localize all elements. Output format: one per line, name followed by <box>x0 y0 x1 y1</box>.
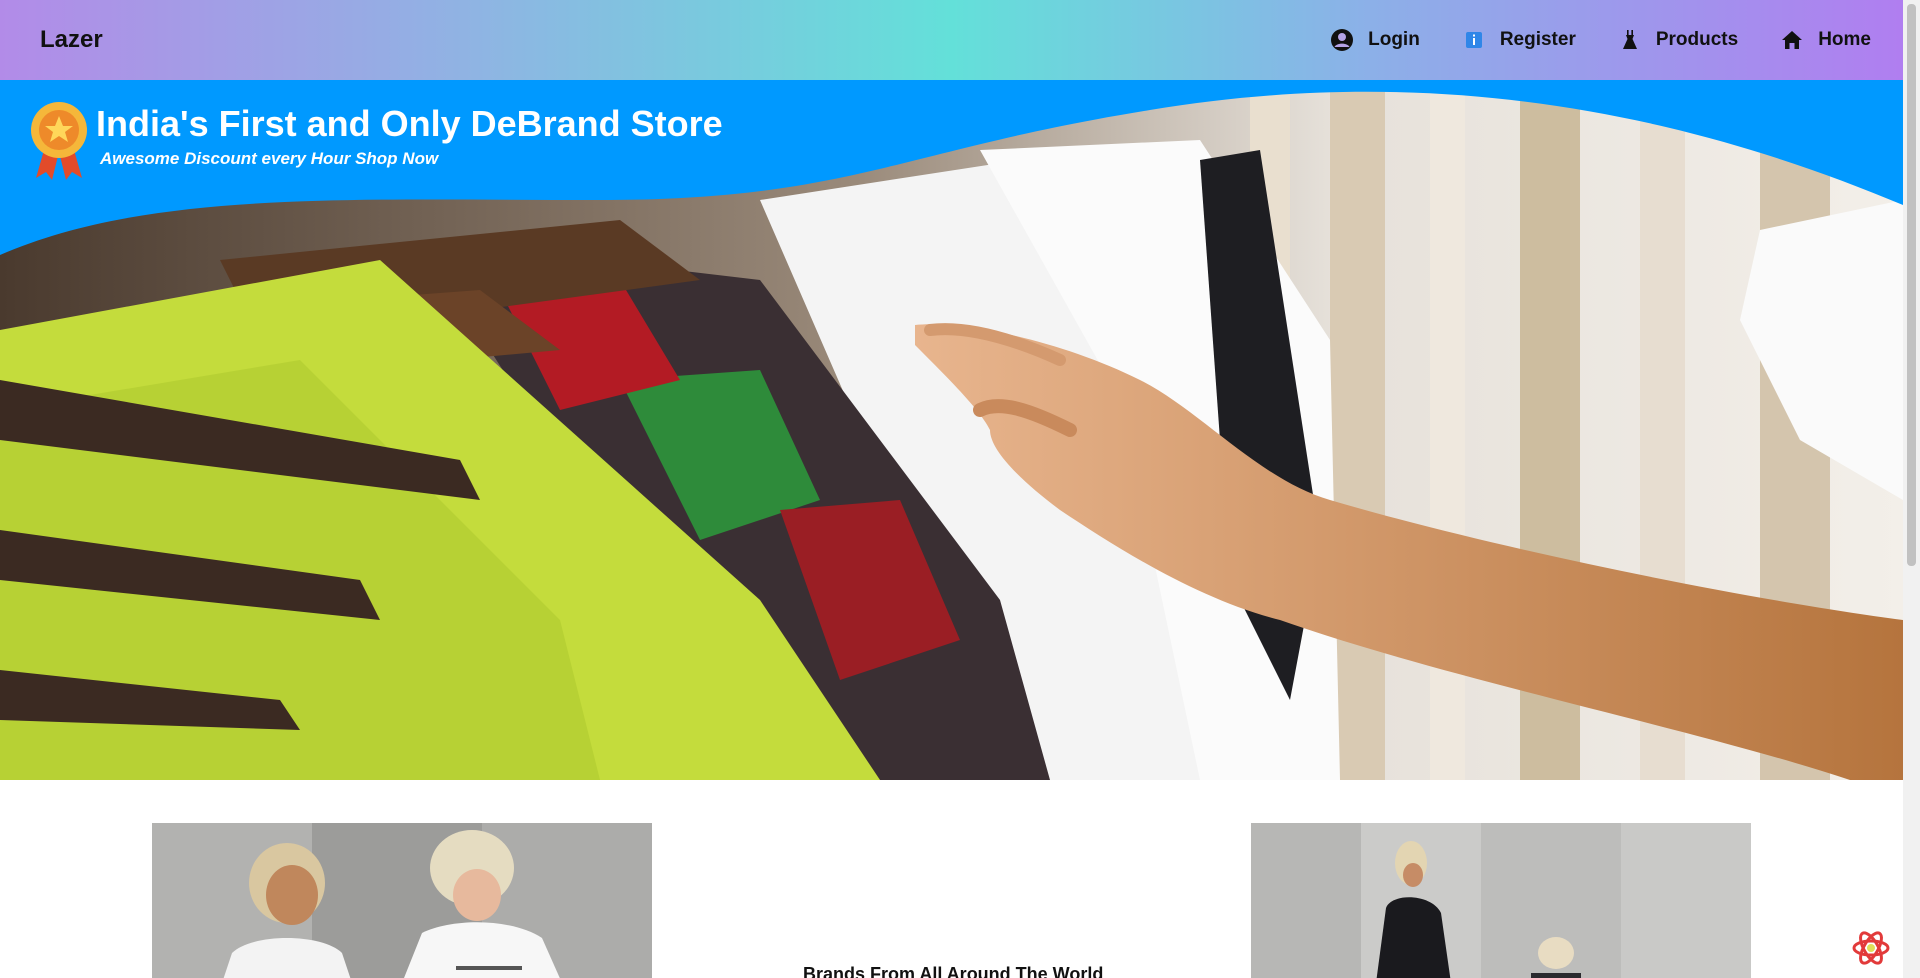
hero-title: India's First and Only DeBrand Store <box>96 103 723 144</box>
nav-home-link[interactable]: Home <box>1780 28 1871 52</box>
info-icon <box>1462 28 1486 52</box>
brands-section: Brands From All Around The World <box>0 780 1903 978</box>
nav-login-label: Login <box>1368 29 1420 50</box>
brands-heading: Brands From All Around The World <box>803 964 1104 978</box>
hero-title-block: India's First and Only DeBrand Store Awe… <box>30 100 723 185</box>
nav-register-link[interactable]: Register <box>1462 28 1576 52</box>
hero-subtitle: Awesome Discount every Hour Shop Now <box>100 149 439 169</box>
hero-banner: India's First and Only DeBrand Store Awe… <box>0 80 1903 780</box>
nav-login-link[interactable]: Login <box>1330 28 1420 52</box>
react-devtools-icon[interactable] <box>1851 928 1891 968</box>
brand-logo[interactable]: Lazer <box>40 26 103 54</box>
brand-photo-right <box>1251 823 1751 978</box>
vertical-scrollbar[interactable] <box>1903 0 1920 978</box>
nav-home-label: Home <box>1818 29 1871 50</box>
award-ribbon-icon <box>30 100 88 185</box>
user-circle-icon <box>1330 28 1354 52</box>
dress-icon <box>1618 28 1642 52</box>
nav-register-label: Register <box>1499 29 1576 50</box>
top-navbar: Lazer Login Register Products Home <box>0 0 1903 80</box>
scrollbar-thumb[interactable] <box>1907 4 1916 566</box>
home-icon <box>1780 28 1804 52</box>
nav-links: Login Register Products Home <box>1330 28 1871 52</box>
nav-products-link[interactable]: Products <box>1618 28 1738 52</box>
nav-products-label: Products <box>1655 29 1739 50</box>
brand-photo-left <box>152 823 652 978</box>
